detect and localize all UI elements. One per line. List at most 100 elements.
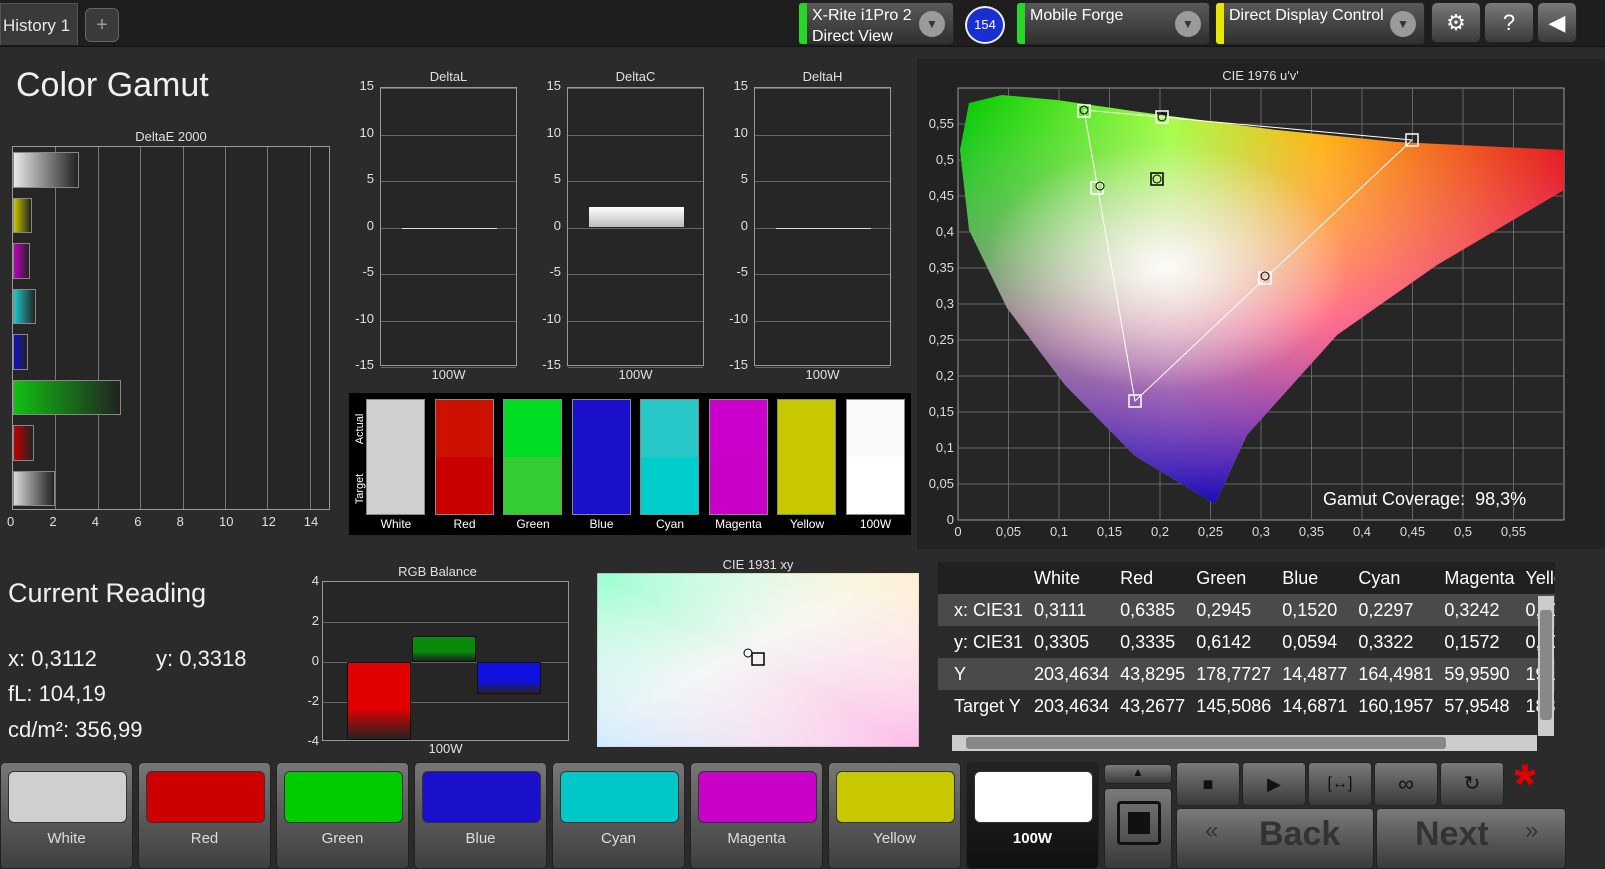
table-header-cell: Red	[1114, 562, 1191, 594]
deltae-tick-label: 2	[49, 514, 57, 529]
table-cell: 43,2677	[1120, 695, 1186, 716]
delta-tick-label: -5	[362, 264, 374, 279]
delta-gridline	[755, 274, 890, 275]
chevron-down-icon[interactable]: ▼	[1390, 11, 1416, 37]
plus-icon: +	[96, 14, 108, 36]
delta-chart-title: DeltaL	[429, 69, 468, 84]
table-cell: 0,6142	[1196, 631, 1252, 652]
stop-toggle-button[interactable]	[1104, 788, 1172, 869]
single-measure-button[interactable]: [↔]	[1308, 762, 1372, 806]
patch-button-cyan[interactable]: Cyan	[552, 762, 685, 869]
swatch-comparison-panel: Actual Target White Red Green Blue Cyan Magen…	[349, 393, 911, 535]
swatch-actual	[572, 400, 630, 457]
gear-icon: ⚙	[1446, 10, 1466, 35]
tab-history-1[interactable]: History 1	[0, 3, 78, 45]
horizontal-scroll-thumb[interactable]	[966, 737, 1446, 749]
delta-gridline	[568, 134, 703, 136]
table-cell: 0,3322	[1358, 631, 1414, 652]
table-cell: 145,5086	[1196, 695, 1272, 716]
table-vertical-scrollbar[interactable]	[1538, 596, 1554, 736]
swatch-target	[641, 457, 698, 514]
patch-button-100w[interactable]: 100W	[966, 762, 1099, 869]
patch-button-white[interactable]: White	[0, 762, 133, 869]
deltae-tick-label: 10	[219, 514, 234, 529]
generator-status-stripe	[1017, 3, 1025, 44]
chevron-down-icon[interactable]: ▼	[919, 11, 945, 37]
cie-y-tick: 0,05	[929, 476, 954, 491]
table-header-cell: Green	[1190, 562, 1277, 594]
bracket-arrow-icon: [↔]	[1327, 775, 1353, 792]
deltae-gridline	[267, 147, 269, 509]
rgb-tick-label: -2	[307, 693, 319, 708]
cie-y-tick: 0,25	[929, 332, 954, 347]
next-button[interactable]: Next »	[1376, 808, 1566, 869]
meter-selector[interactable]: X-Rite i1Pro 2 Direct View ▼	[798, 2, 954, 45]
table-horizontal-scrollbar[interactable]	[952, 735, 1537, 751]
table-cell: 178,7727	[1190, 658, 1277, 690]
patch-button-red[interactable]: Red	[138, 762, 271, 869]
gamut-coverage-value: 98,3%	[1475, 489, 1527, 509]
delta-gridline	[755, 88, 890, 89]
cie-y-tick: 0,35	[929, 260, 954, 275]
table-header-cell	[938, 562, 1029, 594]
patch-button-green[interactable]: Green	[276, 762, 409, 869]
cie-y-tick: 0,5	[936, 152, 954, 167]
table-cell: 0,3242	[1438, 594, 1520, 626]
help-button[interactable]: ?	[1484, 2, 1534, 43]
cie-x-tick: 0,25	[1198, 524, 1223, 539]
table-cell: 0,1520	[1276, 594, 1353, 626]
cie-y-tick: 0,15	[929, 404, 954, 419]
collapse-button[interactable]: ◀	[1537, 2, 1577, 43]
cie-x-tick: 0,2	[1151, 524, 1169, 539]
table-cell: 57,9548	[1444, 695, 1510, 716]
delta-gridline	[755, 134, 890, 136]
vertical-scroll-thumb[interactable]	[1540, 610, 1552, 720]
patch-button-magenta[interactable]: Magenta	[690, 762, 823, 869]
cie-y-tick: 0,45	[929, 188, 954, 203]
table-cell: x: CIE31	[938, 594, 1029, 626]
deltae-gridline	[55, 147, 57, 509]
play-button[interactable]: ▶	[1242, 762, 1306, 806]
continuous-button[interactable]: ∞	[1374, 762, 1438, 806]
table-row: x: CIE31 0,3111 0,6385 0,2945 0,1520 0,2297 0,…	[938, 594, 1555, 626]
delta-chart-title: DeltaH	[802, 69, 843, 84]
swatch-actual	[367, 400, 424, 457]
delta-tick-label: 15	[359, 78, 374, 93]
tab-label: History 1	[3, 16, 71, 35]
patch-button-blue[interactable]: Blue	[414, 762, 547, 869]
table-cell: 0,0594	[1282, 631, 1338, 652]
asterisk-icon[interactable]: *	[1514, 754, 1536, 814]
meter-badge[interactable]: 154	[965, 6, 1005, 44]
delta-bar-100w	[775, 227, 872, 229]
gamut-coverage: Gamut Coverage: 98,3%	[1323, 489, 1526, 510]
delta-gridline	[568, 227, 703, 229]
delta-chart-category: 100W	[805, 367, 840, 382]
current-reading-title: Current Reading	[8, 578, 207, 608]
chevron-down-icon[interactable]: ▼	[1175, 11, 1201, 37]
stop-button[interactable]: ■	[1176, 762, 1240, 806]
patch-button-yellow[interactable]: Yellow	[828, 762, 961, 869]
deltae-chart	[12, 146, 330, 510]
rgb-balance-title: RGB Balance	[398, 564, 477, 579]
back-button[interactable]: « Back	[1176, 808, 1374, 869]
play-icon: ▶	[1267, 774, 1281, 794]
scroll-up-button[interactable]: ▲	[1104, 764, 1172, 784]
table-cell: 0,6385	[1114, 594, 1191, 626]
swatch-label: White	[380, 517, 412, 531]
patch-color	[284, 771, 403, 823]
gamut-coverage-label: Gamut Coverage:	[1323, 489, 1466, 509]
refresh-button[interactable]: ↻	[1440, 762, 1504, 806]
settings-button[interactable]: ⚙	[1431, 2, 1481, 43]
swatch-red	[434, 399, 494, 515]
table-header-cell: White	[1028, 562, 1115, 594]
display-selector[interactable]: Direct Display Control ▼	[1215, 2, 1425, 45]
rgb-tick-label: 0	[311, 653, 319, 668]
generator-selector[interactable]: Mobile Forge ▼	[1016, 2, 1210, 45]
swatch-blue	[571, 399, 631, 515]
deltae-bar-green	[13, 379, 122, 415]
table-header-row: WhiteRedGreenBlueCyanMagentaYellow1(	[938, 562, 1555, 594]
delta-tick-label: 5	[740, 171, 748, 186]
add-tab-button[interactable]: +	[85, 8, 119, 42]
refresh-icon: ↻	[1463, 773, 1481, 795]
delta-chart-category: 100W	[431, 367, 466, 382]
